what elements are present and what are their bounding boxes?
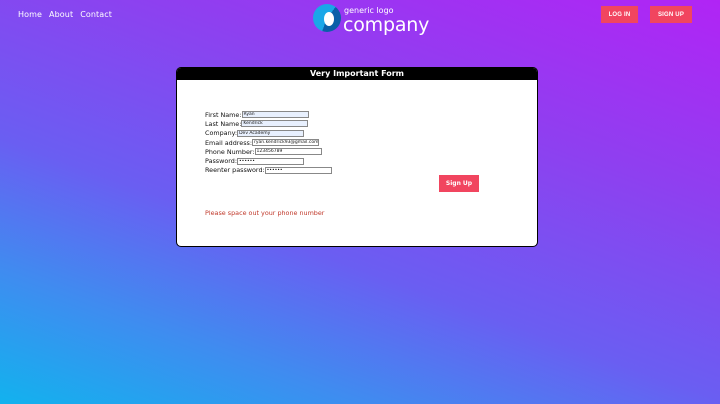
email-input[interactable]: ryan.kendrick93@gmail.com — [252, 139, 320, 147]
header-signup-button[interactable]: SIGN UP — [650, 6, 692, 23]
form-card: Very Important Form First Name: Ryan Las… — [176, 67, 538, 247]
first-name-row: First Name: Ryan — [205, 110, 332, 119]
nav-home-link[interactable]: Home — [18, 10, 42, 19]
nav-about-link[interactable]: About — [49, 10, 73, 19]
logo-mark-icon — [313, 4, 341, 32]
reenter-password-input[interactable]: •••••• — [264, 166, 332, 174]
company-label: Company: — [205, 129, 238, 138]
reenter-password-label: Reenter password: — [205, 166, 265, 175]
email-row: Email address: ryan.kendrick93@gmail.com — [205, 138, 332, 147]
email-label: Email address: — [205, 138, 253, 147]
first-name-label: First Name: — [205, 110, 242, 119]
last-name-input[interactable]: Kendrick — [241, 120, 309, 128]
main-nav: Home About Contact — [18, 10, 112, 19]
last-name-row: Last Name: Kendrick — [205, 119, 332, 128]
company-input[interactable]: Dev Academy — [237, 129, 305, 137]
signup-form: First Name: Ryan Last Name: Kendrick Com… — [205, 110, 332, 175]
error-message: Please space out your phone number — [205, 209, 325, 217]
phone-row: Phone Number: 123456789 — [205, 147, 332, 156]
logo-name: company — [343, 14, 430, 36]
nav-contact-link[interactable]: Contact — [80, 10, 112, 19]
company-logo[interactable]: generic logo company — [313, 4, 433, 36]
password-row: Password: •••••• — [205, 156, 332, 165]
phone-label: Phone Number: — [205, 147, 255, 156]
password-label: Password: — [205, 157, 238, 166]
last-name-label: Last Name: — [205, 119, 242, 128]
form-signup-button[interactable]: Sign Up — [439, 175, 479, 192]
first-name-input[interactable]: Ryan — [241, 111, 309, 119]
reenter-password-row: Reenter password: •••••• — [205, 166, 332, 175]
form-title: Very Important Form — [177, 68, 537, 80]
password-input[interactable]: •••••• — [237, 157, 305, 165]
company-row: Company: Dev Academy — [205, 129, 332, 138]
login-button[interactable]: LOG IN — [601, 6, 638, 23]
phone-input[interactable]: 123456789 — [254, 148, 322, 156]
